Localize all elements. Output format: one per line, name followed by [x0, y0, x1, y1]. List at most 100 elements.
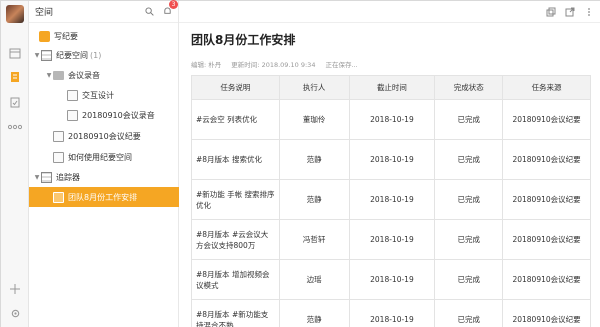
sidebar-item-team-schedule[interactable]: 团队8月份工作安排: [29, 187, 179, 207]
document-toolbar: [179, 1, 600, 23]
task-assignee[interactable]: 范静: [278, 299, 350, 327]
doc-icon: [53, 191, 64, 203]
task-source[interactable]: 20180910会议纪要: [502, 139, 591, 180]
task-source[interactable]: 20180910会议纪要: [502, 259, 591, 300]
task-deadline[interactable]: 2018-10-19: [348, 179, 436, 220]
task-description[interactable]: #云会空 列表优化: [191, 99, 280, 140]
tracker-icon: [41, 171, 52, 183]
sidebar-item-label: 20180910会议纪要: [68, 131, 141, 141]
column-header[interactable]: 执行人: [278, 75, 350, 100]
sidebar-item-tracker[interactable]: ▼ 追踪器: [29, 167, 179, 187]
task-description[interactable]: #8月版本 #云会议大方会议支持800万: [191, 219, 280, 260]
task-source[interactable]: 20180910会议纪要: [502, 179, 591, 220]
task-description[interactable]: #8月版本 增加视频会议模式: [191, 259, 280, 300]
sidebar-item-meeting-audio[interactable]: ▼ 会议录音: [29, 65, 179, 85]
column-header[interactable]: 任务来源: [502, 75, 591, 100]
settings-icon[interactable]: [7, 305, 23, 321]
clipboard-icon[interactable]: [7, 94, 23, 110]
updated-time: 9:34: [300, 61, 316, 69]
sidebar-item-label: 如何使用纪要空间: [68, 152, 132, 162]
task-source[interactable]: 20180910会议纪要: [502, 219, 591, 260]
task-deadline[interactable]: 2018-10-19: [348, 99, 436, 140]
task-deadline[interactable]: 2018-10-19: [348, 139, 436, 180]
task-source[interactable]: 20180910会议纪要: [502, 299, 591, 327]
sidebar: 空间 3 写纪要 ▼ 纪要空间 (1) ▼ 会议录音 交互设计 20180910…: [29, 0, 179, 327]
column-header[interactable]: 任务说明: [191, 75, 280, 100]
task-assignee[interactable]: 范静: [278, 139, 350, 180]
search-icon[interactable]: [142, 5, 156, 19]
notebook-icon: [41, 49, 52, 61]
app-window: 空间 3 写纪要 ▼ 纪要空间 (1) ▼ 会议录音 交互设计 20180910…: [0, 0, 600, 327]
sidebar-item-label: 团队8月份工作安排: [68, 192, 138, 202]
task-status[interactable]: 已完成: [434, 99, 504, 140]
updated-label: 更新时间:: [231, 61, 260, 69]
sidebar-title: 空间: [35, 8, 54, 18]
task-description[interactable]: #新功能 手帐 搜索排序优化: [191, 179, 280, 220]
task-description[interactable]: #8月版本 #新功能支持混合不熟: [191, 299, 280, 327]
notification-icon[interactable]: 3: [160, 0, 178, 19]
sidebar-item-interaction-design[interactable]: 交互设计: [29, 85, 179, 105]
task-assignee[interactable]: 董珈伶: [278, 99, 350, 140]
task-status[interactable]: 已完成: [434, 259, 504, 300]
folder-icon: [53, 70, 64, 80]
calendar-icon[interactable]: [7, 45, 23, 61]
add-icon[interactable]: [7, 281, 23, 297]
sidebar-item-notes-space[interactable]: ▼ 纪要空间 (1): [29, 45, 179, 65]
table-row[interactable]: #8月版本 搜索优化 范静 2018-10-19 已完成 20180910会议纪…: [191, 139, 591, 180]
sidebar-item-label: 追踪器: [56, 172, 80, 182]
task-deadline[interactable]: 2018-10-19: [348, 259, 436, 300]
task-description[interactable]: #8月版本 搜索优化: [191, 139, 280, 180]
sidebar-item-how-to-use[interactable]: 如何使用纪要空间: [29, 147, 179, 167]
table-row[interactable]: #8月版本 #新功能支持混合不熟 范静 2018-10-19 已完成 20180…: [191, 299, 591, 327]
task-status[interactable]: 已完成: [434, 139, 504, 180]
doc-icon: [67, 109, 78, 121]
chevron-down-icon[interactable]: ▼: [33, 174, 41, 181]
sidebar-item-label: 20180910会议录音: [82, 110, 155, 120]
column-header[interactable]: 截止时间: [348, 75, 436, 100]
table-row[interactable]: #新功能 手帐 搜索排序优化 范静 2018-10-19 已完成 2018091…: [191, 179, 591, 220]
sidebar-item-write-notes[interactable]: 写纪要: [29, 26, 179, 46]
task-assignee[interactable]: 冯哲轩: [278, 219, 350, 260]
task-status[interactable]: 已完成: [434, 299, 504, 327]
sidebar-item-label: 纪要空间: [56, 50, 88, 60]
document-pane: 团队8月份工作安排 编辑: 朴丹 更新时间: 2018.09.10 9:34 正…: [179, 1, 600, 327]
edit-icon: [39, 30, 50, 42]
task-assignee[interactable]: 范静: [278, 179, 350, 220]
table-row[interactable]: #8月版本 #云会议大方会议支持800万 冯哲轩 2018-10-19 已完成 …: [191, 219, 591, 260]
chevron-down-icon[interactable]: ▼: [33, 52, 41, 59]
sidebar-item-meeting-recording[interactable]: 20180910会议录音: [29, 105, 179, 125]
more-icon[interactable]: [7, 119, 23, 135]
sidebar-item-label: 会议录音: [68, 70, 100, 80]
sidebar-item-label: 交互设计: [82, 90, 114, 100]
task-table: 任务说明 执行人 截止时间 完成状态 任务来源 #云会空 列表优化 董珈伶 20…: [191, 75, 591, 327]
table-row[interactable]: #云会空 列表优化 董珈伶 2018-10-19 已完成 20180910会议纪…: [191, 99, 591, 140]
sidebar-item-meeting-notes[interactable]: 20180910会议纪要: [29, 126, 179, 146]
editor-name: 朴丹: [208, 61, 222, 69]
copy-icon[interactable]: [545, 6, 556, 17]
document-icon[interactable]: [7, 69, 23, 85]
share-icon[interactable]: [564, 6, 575, 17]
sidebar-header: 空间 3: [29, 0, 178, 23]
table-header-row: 任务说明 执行人 截止时间 完成状态 任务来源: [191, 75, 591, 100]
save-status: 正在保存...: [325, 61, 358, 69]
notification-badge: 3: [169, 0, 178, 9]
task-deadline[interactable]: 2018-10-19: [348, 299, 436, 327]
document-meta: 编辑: 朴丹 更新时间: 2018.09.10 9:34 正在保存...: [191, 59, 358, 69]
task-status[interactable]: 已完成: [434, 179, 504, 220]
column-header[interactable]: 完成状态: [434, 75, 504, 100]
doc-icon: [67, 89, 78, 101]
more-options-icon[interactable]: [583, 6, 594, 17]
task-source[interactable]: 20180910会议纪要: [502, 99, 591, 140]
table-row[interactable]: #8月版本 增加视频会议模式 边瑶 2018-10-19 已完成 2018091…: [191, 259, 591, 300]
avatar[interactable]: [6, 5, 24, 23]
left-rail: [1, 1, 29, 327]
doc-icon: [53, 151, 64, 163]
task-assignee[interactable]: 边瑶: [278, 259, 350, 300]
editor-label: 编辑:: [191, 61, 207, 69]
updated-date: 2018.09.10: [261, 61, 299, 69]
document-title: 团队8月份工作安排: [191, 33, 296, 47]
chevron-down-icon[interactable]: ▼: [45, 72, 53, 79]
task-status[interactable]: 已完成: [434, 219, 504, 260]
task-deadline[interactable]: 2018-10-19: [348, 219, 436, 260]
sidebar-item-count: (1): [90, 50, 102, 60]
